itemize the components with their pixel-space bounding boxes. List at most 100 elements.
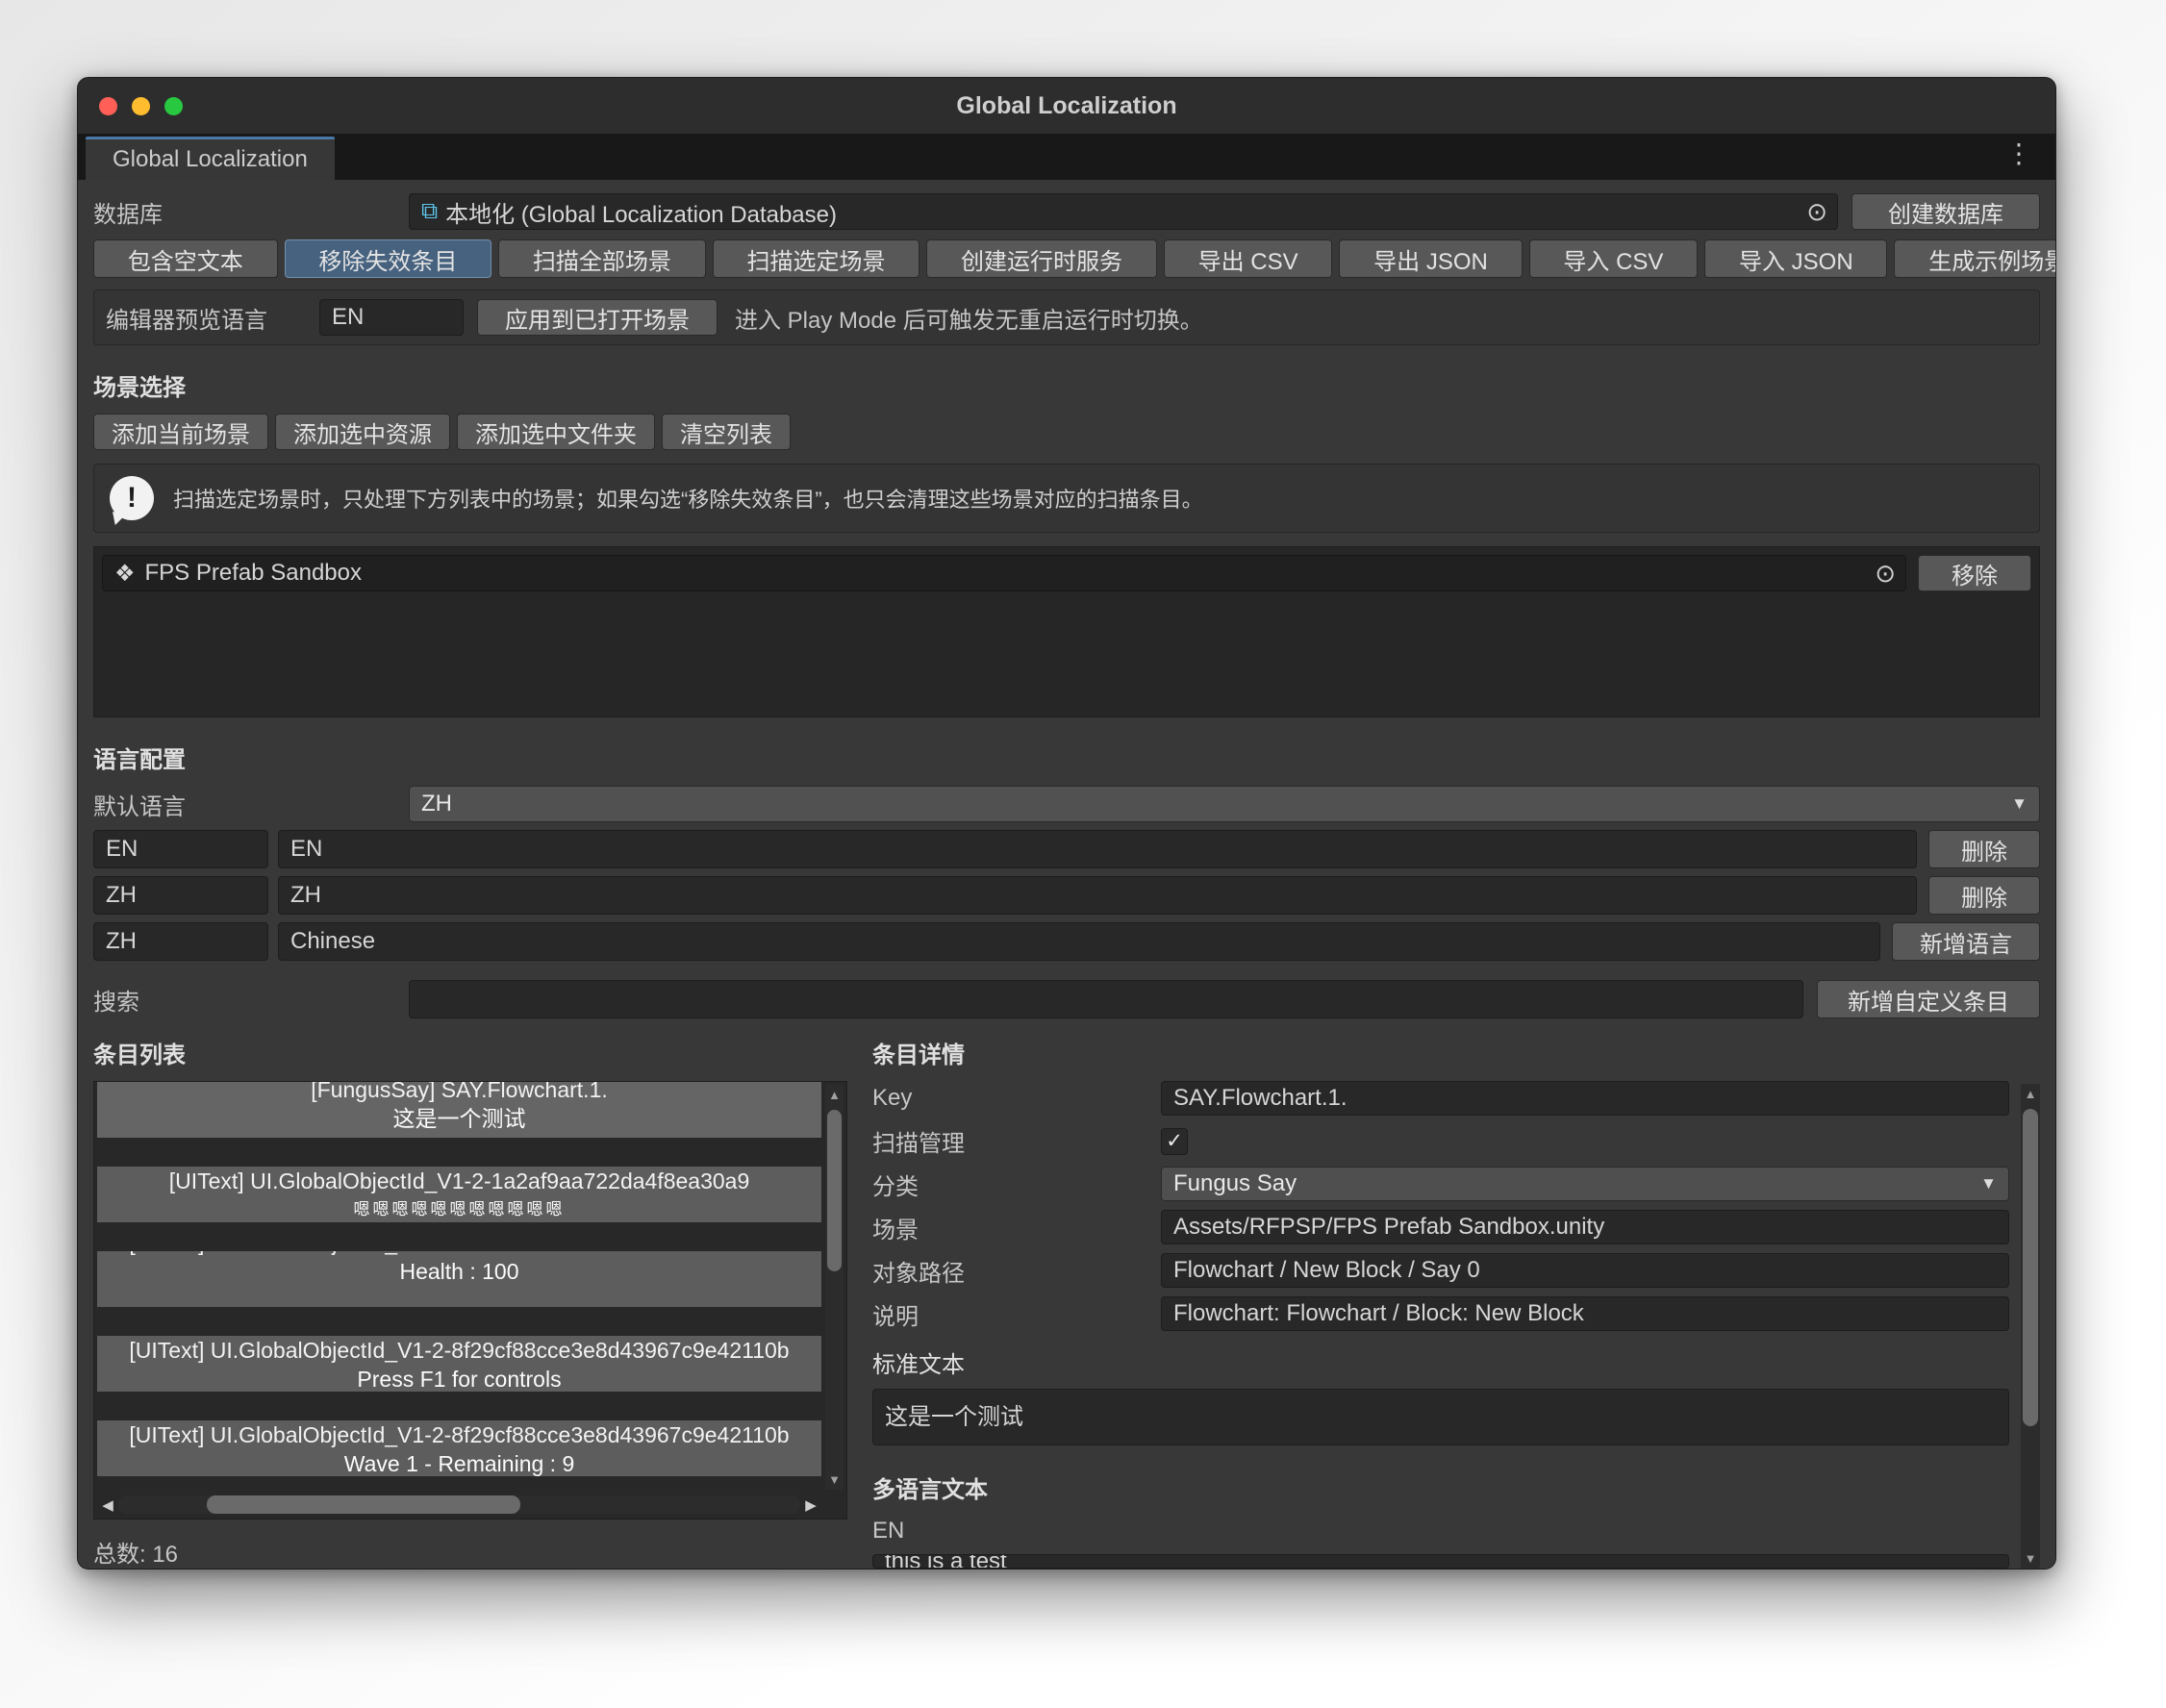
main-content: 数据库 ⧉ 本地化 (Global Localization Database)…	[78, 180, 2055, 1569]
database-asset-icon: ⧉	[421, 198, 438, 225]
zoom-button[interactable]	[164, 97, 183, 115]
key-input[interactable]: SAY.Flowchart.1.	[1161, 1081, 2009, 1116]
traffic-lights	[99, 78, 183, 134]
include-empty-text-toggle[interactable]: 包含空文本	[93, 239, 278, 278]
scene-list-panel: ❖ FPS Prefab Sandbox ⊙ 移除	[93, 546, 2040, 717]
minimize-button[interactable]	[132, 97, 150, 115]
search-input[interactable]	[409, 980, 1803, 1018]
entry-value: Wave 1 - Remaining : 9	[97, 1450, 821, 1476]
entry-key: [UIText] UI.GlobalObjectId_V1-2-8f29cf88…	[97, 1420, 821, 1450]
default-language-row: 默认语言 ZH ▼	[93, 786, 2040, 822]
import-json-button[interactable]: 导入 JSON	[1704, 239, 1887, 278]
scroll-down-icon[interactable]: ▼	[2021, 1551, 2040, 1566]
delete-language-button[interactable]: 删除	[1928, 876, 2040, 915]
add-current-scene-button[interactable]: 添加当前场景	[93, 414, 268, 450]
apply-to-open-scenes-button[interactable]: 应用到已打开场景	[477, 299, 718, 336]
scrollbar-thumb[interactable]	[207, 1495, 520, 1514]
entry-key: [UIText] UI.GlobalObjectId_V1-2-8f29cf88…	[97, 1251, 821, 1258]
scroll-down-icon[interactable]: ▼	[825, 1472, 844, 1487]
generate-sample-scene-button[interactable]: 生成示例场景	[1894, 239, 2055, 278]
new-language-name-input[interactable]: Chinese	[278, 922, 1880, 961]
language-code-input[interactable]: EN	[93, 830, 268, 868]
note-input[interactable]: Flowchart: Flowchart / Block: New Block	[1161, 1296, 2009, 1331]
object-path-input[interactable]: Flowchart / New Block / Say 0	[1161, 1253, 2009, 1288]
new-language-code-input[interactable]: ZH	[93, 922, 268, 961]
scene-picker-icon[interactable]: ⊙	[1875, 559, 1896, 589]
entry-list-column: 条目列表 [FungusSay] SAY.Flowchart.1. 这是一个测试…	[93, 1036, 847, 1569]
bottom-columns: 条目列表 [FungusSay] SAY.Flowchart.1. 这是一个测试…	[93, 1036, 2040, 1569]
delete-language-button[interactable]: 删除	[1928, 830, 2040, 868]
clear-list-button[interactable]: 清空列表	[662, 414, 791, 450]
remove-scene-button[interactable]: 移除	[1918, 555, 2031, 591]
entry-value: 这是一个测试	[97, 1105, 821, 1132]
window-menu-icon[interactable]: ⋮	[2005, 139, 2032, 168]
scan-managed-checkbox[interactable]: ✓	[1161, 1128, 1188, 1155]
scroll-left-icon[interactable]: ◀	[97, 1496, 118, 1514]
detail-vertical-scrollbar[interactable]: ▲ ▼	[2021, 1084, 2040, 1569]
multilang-en-label: EN	[872, 1518, 2009, 1545]
entry-key: [UIText] UI.GlobalObjectId_V1-2-1a2af9aa…	[97, 1167, 821, 1196]
search-row: 搜索 新增自定义条目	[93, 980, 2040, 1018]
export-json-button[interactable]: 导出 JSON	[1339, 239, 1522, 278]
list-item[interactable]: [FungusSay] SAY.Flowchart.1. 这是一个测试	[97, 1082, 821, 1138]
scroll-up-icon[interactable]: ▲	[2021, 1087, 2040, 1101]
default-language-dropdown[interactable]: ZH ▼	[409, 786, 2040, 822]
database-value: 本地化 (Global Localization Database)	[445, 195, 837, 229]
remove-stale-entries-toggle[interactable]: 移除失效条目	[285, 239, 492, 278]
list-item[interactable]: [UIText] UI.GlobalObjectId_V1-2-8f29cf88…	[97, 1420, 821, 1476]
export-csv-button[interactable]: 导出 CSV	[1164, 239, 1333, 278]
tab-global-localization[interactable]: Global Localization	[86, 137, 335, 180]
multilang-heading: 多语言文本	[872, 1470, 2009, 1504]
entry-list-horizontal-scrollbar[interactable]: ◀ ▶	[97, 1494, 821, 1516]
add-selected-folder-button[interactable]: 添加选中文件夹	[457, 414, 655, 450]
note-label: 说明	[872, 1297, 1161, 1331]
add-language-button[interactable]: 新增语言	[1892, 922, 2040, 961]
entry-list-box: [FungusSay] SAY.Flowchart.1. 这是一个测试 [UIT…	[93, 1081, 847, 1520]
entry-detail-heading: 条目详情	[872, 1036, 2009, 1069]
scene-item-row: ❖ FPS Prefab Sandbox ⊙ 移除	[102, 555, 2031, 591]
list-item[interactable]: [UIText] UI.GlobalObjectId_V1-2-8f29cf88…	[97, 1251, 821, 1307]
default-language-value: ZH	[421, 791, 452, 817]
scene-label: 场景	[872, 1211, 1161, 1244]
scene-path-row: 场景 Assets/RFPSP/FPS Prefab Sandbox.unity	[872, 1210, 2009, 1244]
scroll-up-icon[interactable]: ▲	[825, 1088, 844, 1102]
list-item[interactable]: [UIText] UI.GlobalObjectId_V1-2-8f29cf88…	[97, 1336, 821, 1392]
note-row: 说明 Flowchart: Flowchart / Block: New Blo…	[872, 1296, 2009, 1331]
standard-text-label: 标准文本	[872, 1345, 2009, 1379]
scene-path-input[interactable]: Assets/RFPSP/FPS Prefab Sandbox.unity	[1161, 1210, 2009, 1244]
object-picker-icon[interactable]: ⊙	[1806, 197, 1827, 227]
scan-all-scenes-button[interactable]: 扫描全部场景	[498, 239, 706, 278]
language-code-input[interactable]: ZH	[93, 876, 268, 915]
scene-object-field[interactable]: ❖ FPS Prefab Sandbox ⊙	[102, 555, 1906, 591]
category-dropdown[interactable]: Fungus Say ▼	[1161, 1167, 2009, 1201]
info-text: 扫描选定场景时，只处理下方列表中的场景；如果勾选“移除失效条目”，也只会清理这些…	[173, 483, 1203, 514]
create-database-button[interactable]: 创建数据库	[1851, 193, 2040, 230]
scrollbar-thumb[interactable]	[827, 1110, 842, 1271]
scan-selected-scenes-button[interactable]: 扫描选定场景	[713, 239, 920, 278]
scrollbar-track[interactable]	[118, 1495, 800, 1514]
editor-language-box: 编辑器预览语言 EN 应用到已打开场景 进入 Play Mode 后可触发无重启…	[93, 289, 2040, 345]
scrollbar-thumb[interactable]	[2023, 1109, 2038, 1426]
entry-list-vertical-scrollbar[interactable]: ▲ ▼	[825, 1085, 844, 1490]
entry-total-label: 总数: 16	[93, 1535, 847, 1569]
scene-select-heading: 场景选择	[93, 368, 2040, 402]
info-helpbox: ! 扫描选定场景时，只处理下方列表中的场景；如果勾选“移除失效条目”，也只会清理…	[93, 464, 2040, 533]
entry-list-heading: 条目列表	[93, 1036, 847, 1069]
entry-list-entries: [FungusSay] SAY.Flowchart.1. 这是一个测试 [UIT…	[97, 1082, 821, 1492]
editor-language-input[interactable]: EN	[319, 299, 464, 336]
close-button[interactable]	[99, 97, 117, 115]
add-selected-assets-button[interactable]: 添加选中资源	[275, 414, 450, 450]
entry-key: [FungusSay] SAY.Flowchart.1.	[97, 1082, 821, 1105]
add-custom-entry-button[interactable]: 新增自定义条目	[1817, 980, 2040, 1018]
scroll-right-icon[interactable]: ▶	[800, 1496, 821, 1514]
key-row: Key SAY.Flowchart.1.	[872, 1081, 2009, 1116]
create-runtime-service-button[interactable]: 创建运行时服务	[926, 239, 1157, 278]
standard-text-textarea[interactable]: 这是一个测试	[872, 1389, 2009, 1445]
language-name-input[interactable]: EN	[278, 830, 1917, 868]
language-name-input[interactable]: ZH	[278, 876, 1917, 915]
list-item[interactable]: [UIText] UI.GlobalObjectId_V1-2-1a2af9aa…	[97, 1167, 821, 1222]
multilang-en-input[interactable]: this is a test	[872, 1554, 2009, 1569]
desktop-background: Global Localization Global Localization …	[0, 0, 2166, 1708]
import-csv-button[interactable]: 导入 CSV	[1529, 239, 1699, 278]
database-object-field[interactable]: ⧉ 本地化 (Global Localization Database) ⊙	[409, 193, 1838, 230]
